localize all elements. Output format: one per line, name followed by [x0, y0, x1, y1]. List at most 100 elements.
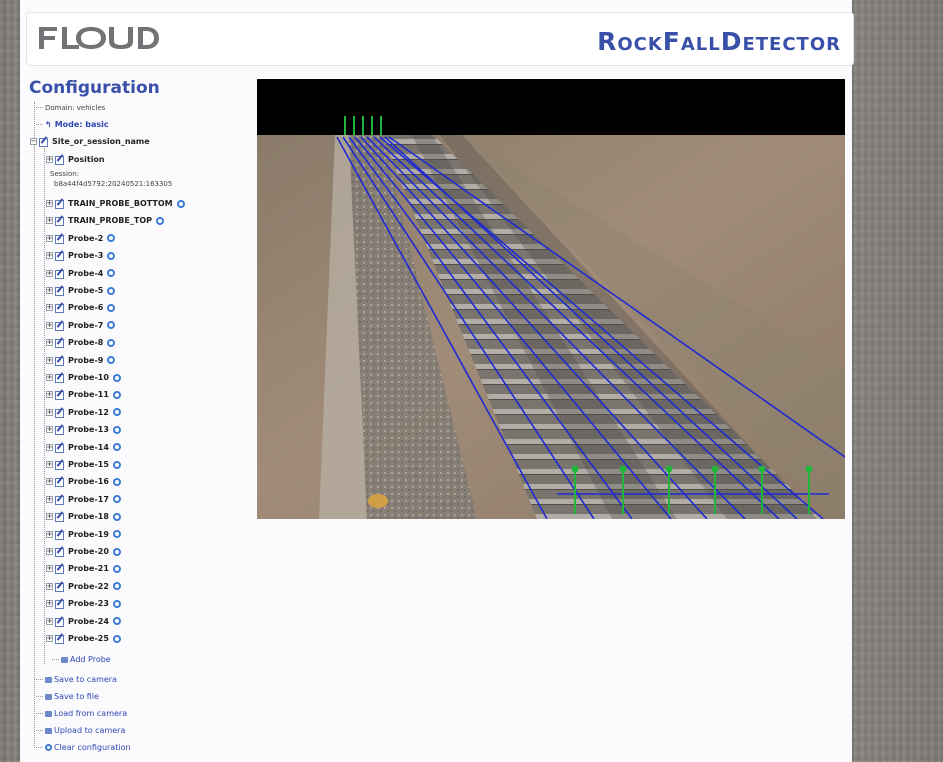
gear-icon[interactable] [107, 303, 116, 312]
expand-icon[interactable]: + [46, 356, 53, 364]
probe-item[interactable]: + Probe-13 [46, 422, 121, 437]
gear-icon[interactable] [112, 443, 121, 452]
probe-item[interactable]: + Probe-18 [46, 509, 121, 524]
expand-icon[interactable]: + [46, 252, 53, 260]
gear-icon[interactable] [112, 564, 121, 573]
gear-icon[interactable] [112, 373, 121, 382]
probe-item[interactable]: + Probe-24 [46, 614, 121, 629]
gear-icon[interactable] [107, 269, 116, 278]
gear-icon[interactable] [112, 582, 121, 591]
probe-item[interactable]: + Probe-21 [46, 561, 121, 576]
edit-icon[interactable] [55, 634, 64, 644]
expand-icon[interactable]: + [46, 461, 53, 468]
edit-icon[interactable] [55, 251, 64, 262]
config-action-link[interactable]: Save to camera [36, 672, 117, 687]
gear-icon[interactable] [107, 338, 116, 347]
gear-icon[interactable] [112, 599, 121, 608]
expand-icon[interactable]: + [46, 391, 53, 399]
expand-icon[interactable]: + [46, 530, 53, 538]
probe-item[interactable]: + Probe-4 [46, 266, 116, 281]
gear-icon[interactable] [112, 530, 121, 539]
gear-icon[interactable] [112, 547, 121, 556]
edit-icon[interactable] [55, 530, 64, 540]
expand-icon[interactable]: + [46, 156, 53, 163]
edit-icon[interactable] [55, 373, 64, 383]
expand-icon[interactable]: + [46, 513, 53, 521]
edit-icon[interactable] [55, 495, 64, 505]
collapse-icon[interactable]: − [30, 138, 37, 145]
tree-site[interactable]: − Site_or_session_name [30, 134, 150, 149]
expand-icon[interactable]: + [46, 617, 53, 625]
add-probe-link[interactable]: Add Probe [52, 652, 111, 667]
gear-icon[interactable] [107, 356, 116, 365]
expand-icon[interactable]: + [46, 339, 53, 347]
gear-icon[interactable] [176, 199, 185, 208]
gear-icon[interactable] [112, 495, 121, 504]
edit-icon[interactable] [55, 547, 64, 557]
gear-icon[interactable] [112, 408, 121, 417]
expand-icon[interactable]: + [46, 495, 53, 503]
probe-item[interactable]: + Probe-25 [46, 631, 121, 646]
expand-icon[interactable]: + [46, 443, 53, 451]
gear-icon[interactable] [112, 425, 121, 434]
edit-icon[interactable] [55, 617, 64, 627]
probe-item[interactable]: + Probe-15 [46, 457, 121, 472]
probe-item[interactable]: + Probe-22 [46, 579, 121, 594]
gear-icon[interactable] [112, 512, 121, 521]
probe-item[interactable]: + Probe-17 [46, 492, 121, 507]
probe-item[interactable]: + TRAIN_PROBE_TOP [46, 213, 164, 228]
edit-icon[interactable] [55, 321, 64, 331]
edit-icon[interactable] [55, 338, 64, 349]
edit-icon[interactable] [55, 425, 64, 436]
edit-icon[interactable] [55, 199, 64, 209]
expand-icon[interactable]: + [46, 234, 53, 242]
expand-icon[interactable]: + [46, 582, 53, 590]
edit-icon[interactable] [55, 390, 64, 401]
expand-icon[interactable]: + [46, 269, 53, 277]
gear-icon[interactable] [107, 251, 116, 260]
expand-icon[interactable]: + [46, 635, 53, 642]
edit-icon[interactable] [55, 582, 64, 592]
probe-item[interactable]: + Probe-23 [46, 596, 121, 611]
config-action-link[interactable]: Upload to camera [36, 723, 125, 738]
expand-icon[interactable]: + [46, 426, 53, 434]
expand-icon[interactable]: + [46, 200, 53, 207]
probe-item[interactable]: + Probe-7 [46, 318, 116, 333]
config-action-link[interactable]: Load from camera [36, 706, 127, 721]
probe-item[interactable]: + Probe-12 [46, 405, 121, 420]
probe-item[interactable]: + Probe-5 [46, 283, 116, 298]
config-action-link[interactable]: Save to file [36, 689, 99, 704]
probe-item[interactable]: + Probe-11 [46, 387, 121, 402]
probe-item[interactable]: + Probe-9 [46, 353, 116, 368]
tree-mode[interactable]: ↰ Mode: basic [36, 117, 109, 132]
edit-icon[interactable] [55, 155, 64, 165]
gear-icon[interactable] [107, 286, 116, 295]
expand-icon[interactable]: + [46, 600, 53, 608]
config-action-link[interactable]: Clear configuration [36, 740, 131, 755]
edit-icon[interactable] [55, 477, 64, 488]
edit-icon[interactable] [55, 216, 64, 227]
expand-icon[interactable]: + [46, 304, 53, 312]
probe-item[interactable]: + Probe-10 [46, 370, 121, 385]
edit-icon[interactable] [55, 303, 64, 314]
edit-icon[interactable] [55, 564, 64, 575]
camera-view[interactable] [257, 79, 845, 519]
gear-icon[interactable] [112, 617, 121, 626]
expand-icon[interactable]: + [46, 321, 53, 329]
edit-icon[interactable] [55, 234, 64, 244]
gear-icon[interactable] [112, 460, 121, 469]
probe-item[interactable]: + TRAIN_PROBE_BOTTOM [46, 196, 185, 211]
edit-icon[interactable] [55, 408, 64, 418]
tree-position[interactable]: + Position [46, 152, 105, 167]
probe-item[interactable]: + Probe-20 [46, 544, 121, 559]
expand-icon[interactable]: + [46, 374, 53, 381]
probe-item[interactable]: + Probe-3 [46, 248, 116, 263]
probe-item[interactable]: + Probe-14 [46, 440, 121, 455]
edit-icon[interactable] [55, 286, 64, 296]
expand-icon[interactable]: + [46, 287, 53, 294]
gear-icon[interactable] [112, 390, 121, 399]
gear-icon[interactable] [156, 216, 164, 225]
edit-icon[interactable] [55, 460, 64, 470]
expand-icon[interactable]: + [46, 217, 53, 225]
expand-icon[interactable]: + [46, 548, 53, 555]
